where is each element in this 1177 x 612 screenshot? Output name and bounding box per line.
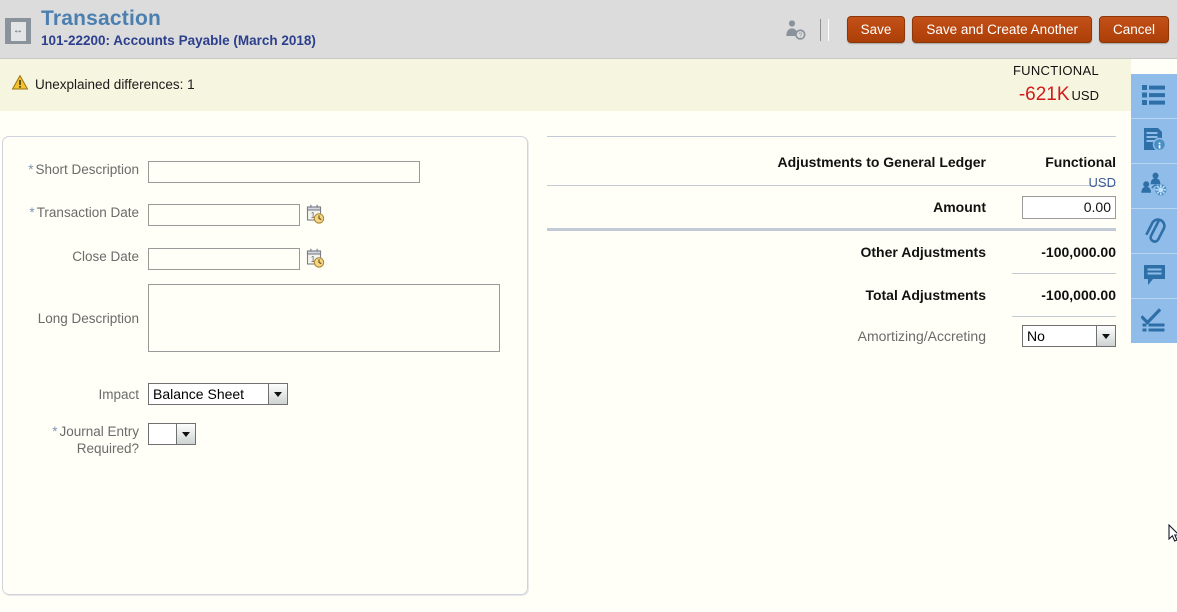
header-divider — [820, 19, 821, 41]
side-icon-rail — [1131, 74, 1177, 343]
chevron-down-icon[interactable] — [176, 424, 195, 444]
rail-item-checklist[interactable] — [1131, 299, 1177, 343]
close-date-label: Close Date — [3, 248, 148, 265]
expand-collapse-icon[interactable]: ↔ — [5, 18, 31, 44]
comment-icon — [1142, 263, 1167, 290]
rail-item-document-info[interactable] — [1131, 119, 1177, 164]
header-actions: ? Save Save and Create Another Cancel — [783, 0, 1169, 59]
transaction-page: ↔ Transaction 101-22200: Accounts Payabl… — [0, 0, 1177, 612]
calendar-clock-icon[interactable]: 1 — [306, 248, 324, 267]
field-transaction-date: *Transaction Date 1 — [3, 204, 515, 226]
journal-entry-required-label: *Journal Entry Required? — [3, 423, 148, 457]
adjustments-title: Adjustments to General Ledger — [778, 154, 986, 170]
field-journal-entry-required: *Journal Entry Required? — [3, 423, 515, 457]
rail-item-comments[interactable] — [1131, 254, 1177, 299]
chevron-down-icon[interactable] — [1096, 326, 1115, 346]
functional-currency: USD — [1072, 88, 1099, 103]
rail-item-attachments[interactable] — [1131, 209, 1177, 254]
required-marker: * — [52, 424, 57, 439]
functional-label: FUNCTIONAL — [1013, 64, 1099, 77]
total-adjustments-label: Total Adjustments — [865, 287, 986, 303]
amortizing-accreting-label: Amortizing/Accreting — [858, 328, 986, 344]
total-adjustments-value: -100,000.00 — [1022, 287, 1116, 303]
impact-dropdown[interactable]: Balance Sheet — [148, 383, 288, 405]
long-description-textarea[interactable] — [148, 284, 500, 352]
expand-collapse-glyph: ↔ — [11, 22, 26, 41]
page-title: Transaction — [41, 7, 316, 31]
functional-column-header: Functional USD — [1022, 154, 1116, 190]
field-impact: Impact Balance Sheet — [3, 383, 515, 405]
row-amount: Amount — [547, 186, 1116, 228]
warning-triangle-icon — [12, 75, 28, 93]
amortizing-accreting-value: No — [1023, 326, 1096, 346]
person-help-icon[interactable]: ? — [783, 17, 809, 43]
user-assignment-icon — [1141, 172, 1168, 200]
paperclip-icon — [1141, 217, 1167, 246]
cancel-button[interactable]: Cancel — [1099, 16, 1169, 43]
transaction-form-card: *Short Description *Transaction Date 1 — [2, 136, 528, 595]
adjustments-header: Adjustments to General Ledger Functional… — [547, 137, 1116, 185]
adjustments-section: Adjustments to General Ledger Functional… — [547, 136, 1116, 355]
other-adjustments-label: Other Adjustments — [861, 244, 987, 260]
save-and-create-another-button[interactable]: Save and Create Another — [912, 16, 1092, 43]
functional-amount: -621K — [1019, 84, 1070, 105]
required-marker: * — [29, 205, 34, 220]
page-subtitle: 101-22200: Accounts Payable (March 2018) — [41, 32, 316, 50]
document-info-icon — [1142, 127, 1167, 155]
other-adjustments-value: -100,000.00 — [1022, 244, 1116, 260]
amount-input[interactable] — [1022, 196, 1116, 219]
functional-summary: FUNCTIONAL -621KUSD — [1013, 64, 1099, 104]
svg-text:?: ? — [798, 32, 802, 39]
list-icon — [1141, 84, 1167, 109]
functional-column-label: Functional — [1022, 154, 1116, 170]
warning-message: Unexplained differences: 1 — [12, 75, 195, 93]
checklist-icon — [1141, 308, 1167, 335]
warning-text: Unexplained differences: 1 — [35, 77, 195, 92]
transaction-date-label: *Transaction Date — [3, 204, 148, 221]
amount-label: Amount — [933, 199, 986, 215]
field-close-date: Close Date 1 — [3, 248, 515, 270]
field-long-description: Long Description — [3, 283, 515, 353]
row-amortizing-accreting: Amortizing/Accreting No — [547, 317, 1116, 355]
calendar-clock-icon[interactable]: 1 — [306, 204, 324, 223]
close-date-input[interactable] — [148, 248, 300, 270]
functional-amount-row: -621KUSD — [1013, 85, 1099, 104]
row-total-adjustments: Total Adjustments -100,000.00 — [547, 274, 1116, 316]
functional-column-currency: USD — [1022, 175, 1116, 190]
required-marker: * — [28, 162, 33, 177]
chevron-down-icon[interactable] — [268, 384, 287, 404]
impact-value: Balance Sheet — [149, 384, 268, 404]
long-description-label: Long Description — [3, 310, 148, 327]
field-short-description: *Short Description — [3, 161, 515, 183]
save-button[interactable]: Save — [847, 16, 906, 43]
impact-label: Impact — [3, 386, 148, 403]
amortizing-accreting-dropdown[interactable]: No — [1022, 325, 1116, 347]
rail-item-details-list[interactable] — [1131, 74, 1177, 119]
short-description-input[interactable] — [148, 161, 420, 183]
row-other-adjustments: Other Adjustments -100,000.00 — [547, 231, 1116, 273]
title-block: Transaction 101-22200: Accounts Payable … — [41, 7, 316, 50]
journal-entry-required-dropdown[interactable] — [148, 423, 196, 445]
journal-entry-required-value — [149, 424, 176, 444]
header-divider-light — [828, 19, 829, 41]
rail-item-assignments[interactable] — [1131, 164, 1177, 209]
short-description-label: *Short Description — [3, 161, 148, 178]
mouse-cursor — [1168, 524, 1177, 546]
page-header: ↔ Transaction 101-22200: Accounts Payabl… — [0, 0, 1177, 59]
transaction-date-input[interactable] — [148, 204, 300, 226]
